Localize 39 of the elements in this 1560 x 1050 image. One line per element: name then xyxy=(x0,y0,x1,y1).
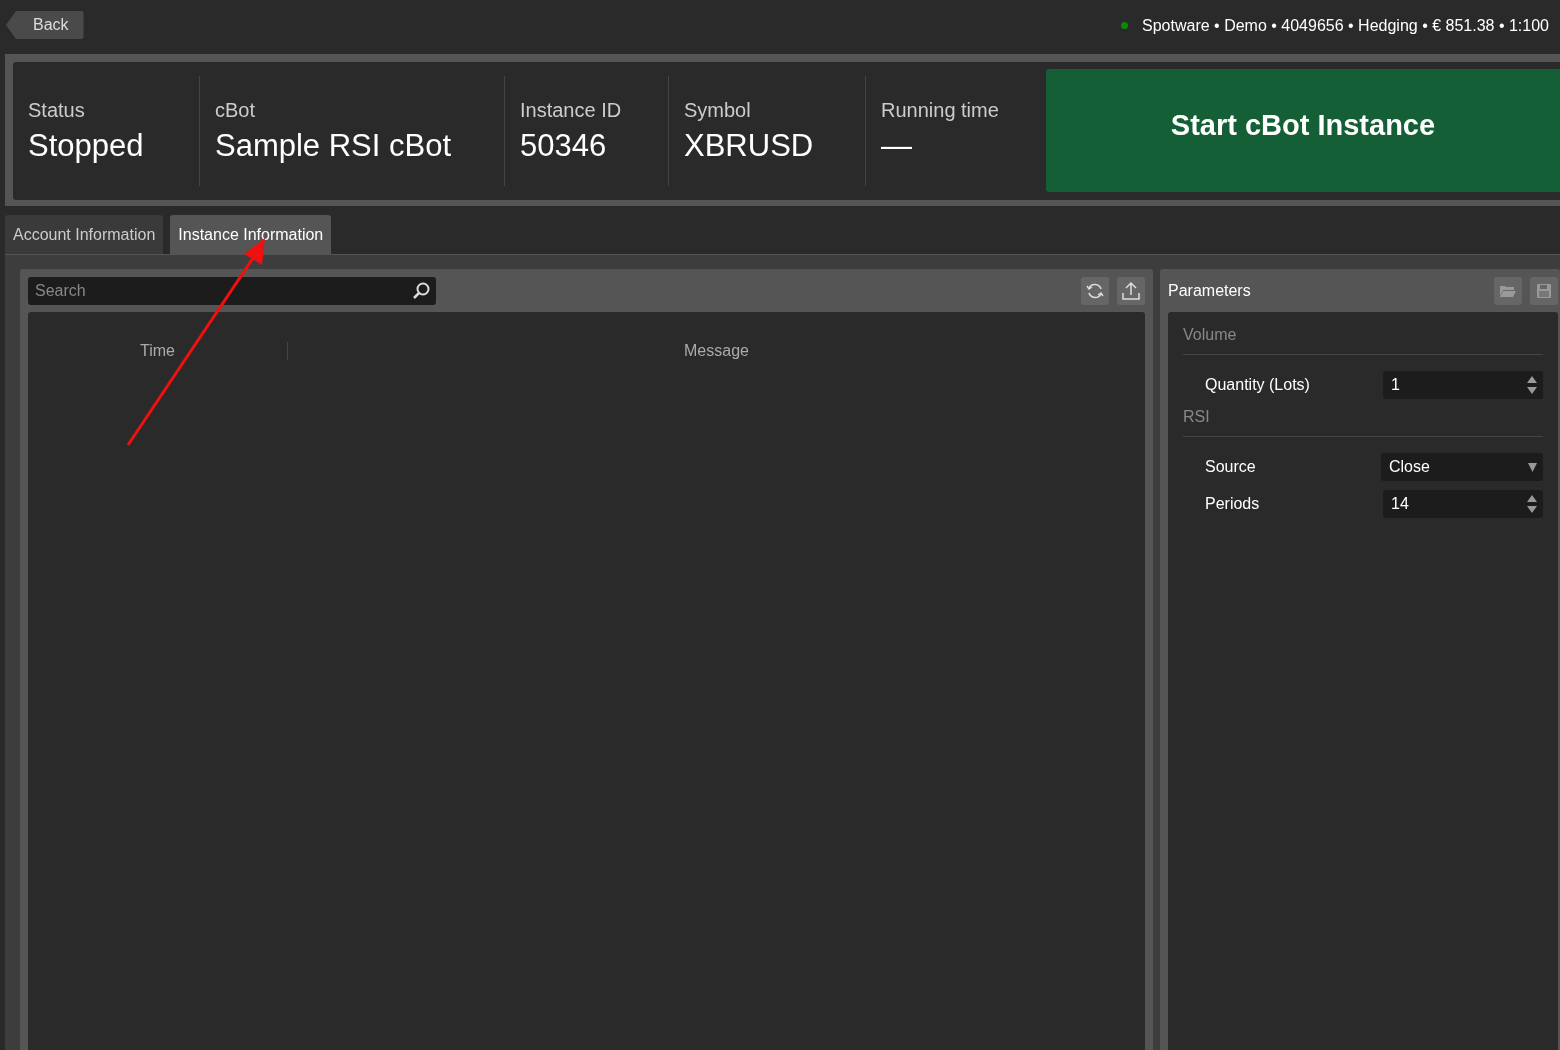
summary-value: Sample RSI cBot xyxy=(215,127,453,164)
parameter-label: Source xyxy=(1205,458,1256,476)
start-instance-button[interactable]: Start cBot Instance xyxy=(1046,69,1560,192)
spinner-arrows-icon[interactable] xyxy=(1527,376,1537,394)
parameter-label: Periods xyxy=(1205,495,1260,513)
dropdown-arrow-icon xyxy=(1528,462,1537,472)
number-input-field[interactable]: 14 xyxy=(1383,490,1543,518)
spinner-arrows-icon[interactable] xyxy=(1527,495,1537,513)
summary-label: Symbol xyxy=(684,98,752,122)
group-heading: Volume xyxy=(1183,326,1543,355)
search-field[interactable]: Search xyxy=(28,276,436,305)
back-button[interactable]: Back xyxy=(6,11,84,39)
dropdown-field[interactable]: Close xyxy=(1381,453,1543,481)
summary-label: Running time xyxy=(881,98,1000,122)
summary-value: — xyxy=(881,127,913,164)
summary-label: Instance ID xyxy=(520,98,623,122)
refresh-button[interactable] xyxy=(1081,276,1109,305)
connection-status-dot xyxy=(1121,22,1129,29)
panel-title: Parameters xyxy=(1168,281,1251,300)
save-button[interactable] xyxy=(1530,276,1558,305)
group-heading: RSI xyxy=(1183,408,1543,437)
column-header: Message xyxy=(683,342,750,360)
summary-value: Stopped xyxy=(28,127,145,164)
summary-value: 50346 xyxy=(520,127,608,164)
search-icon xyxy=(412,281,430,300)
summary-value: XBRUSD xyxy=(684,127,815,164)
open-button[interactable] xyxy=(1494,276,1522,305)
summary-label: Status xyxy=(28,98,86,122)
column-header: Time xyxy=(28,342,288,360)
number-input-field[interactable]: 1 xyxy=(1383,371,1543,399)
tab[interactable]: Instance Information xyxy=(170,215,332,254)
tab[interactable]: Account Information xyxy=(5,215,164,254)
account-info: Spotware • Demo • 4049656 • Hedging • € 851.38 • 1:100 xyxy=(1142,16,1549,35)
export-button[interactable] xyxy=(1117,276,1145,305)
upload-icon xyxy=(1121,280,1141,301)
summary-label: cBot xyxy=(215,98,257,122)
parameter-label: Quantity (Lots) xyxy=(1205,376,1310,394)
refresh-icon xyxy=(1086,281,1104,300)
folder-icon xyxy=(1499,283,1517,298)
